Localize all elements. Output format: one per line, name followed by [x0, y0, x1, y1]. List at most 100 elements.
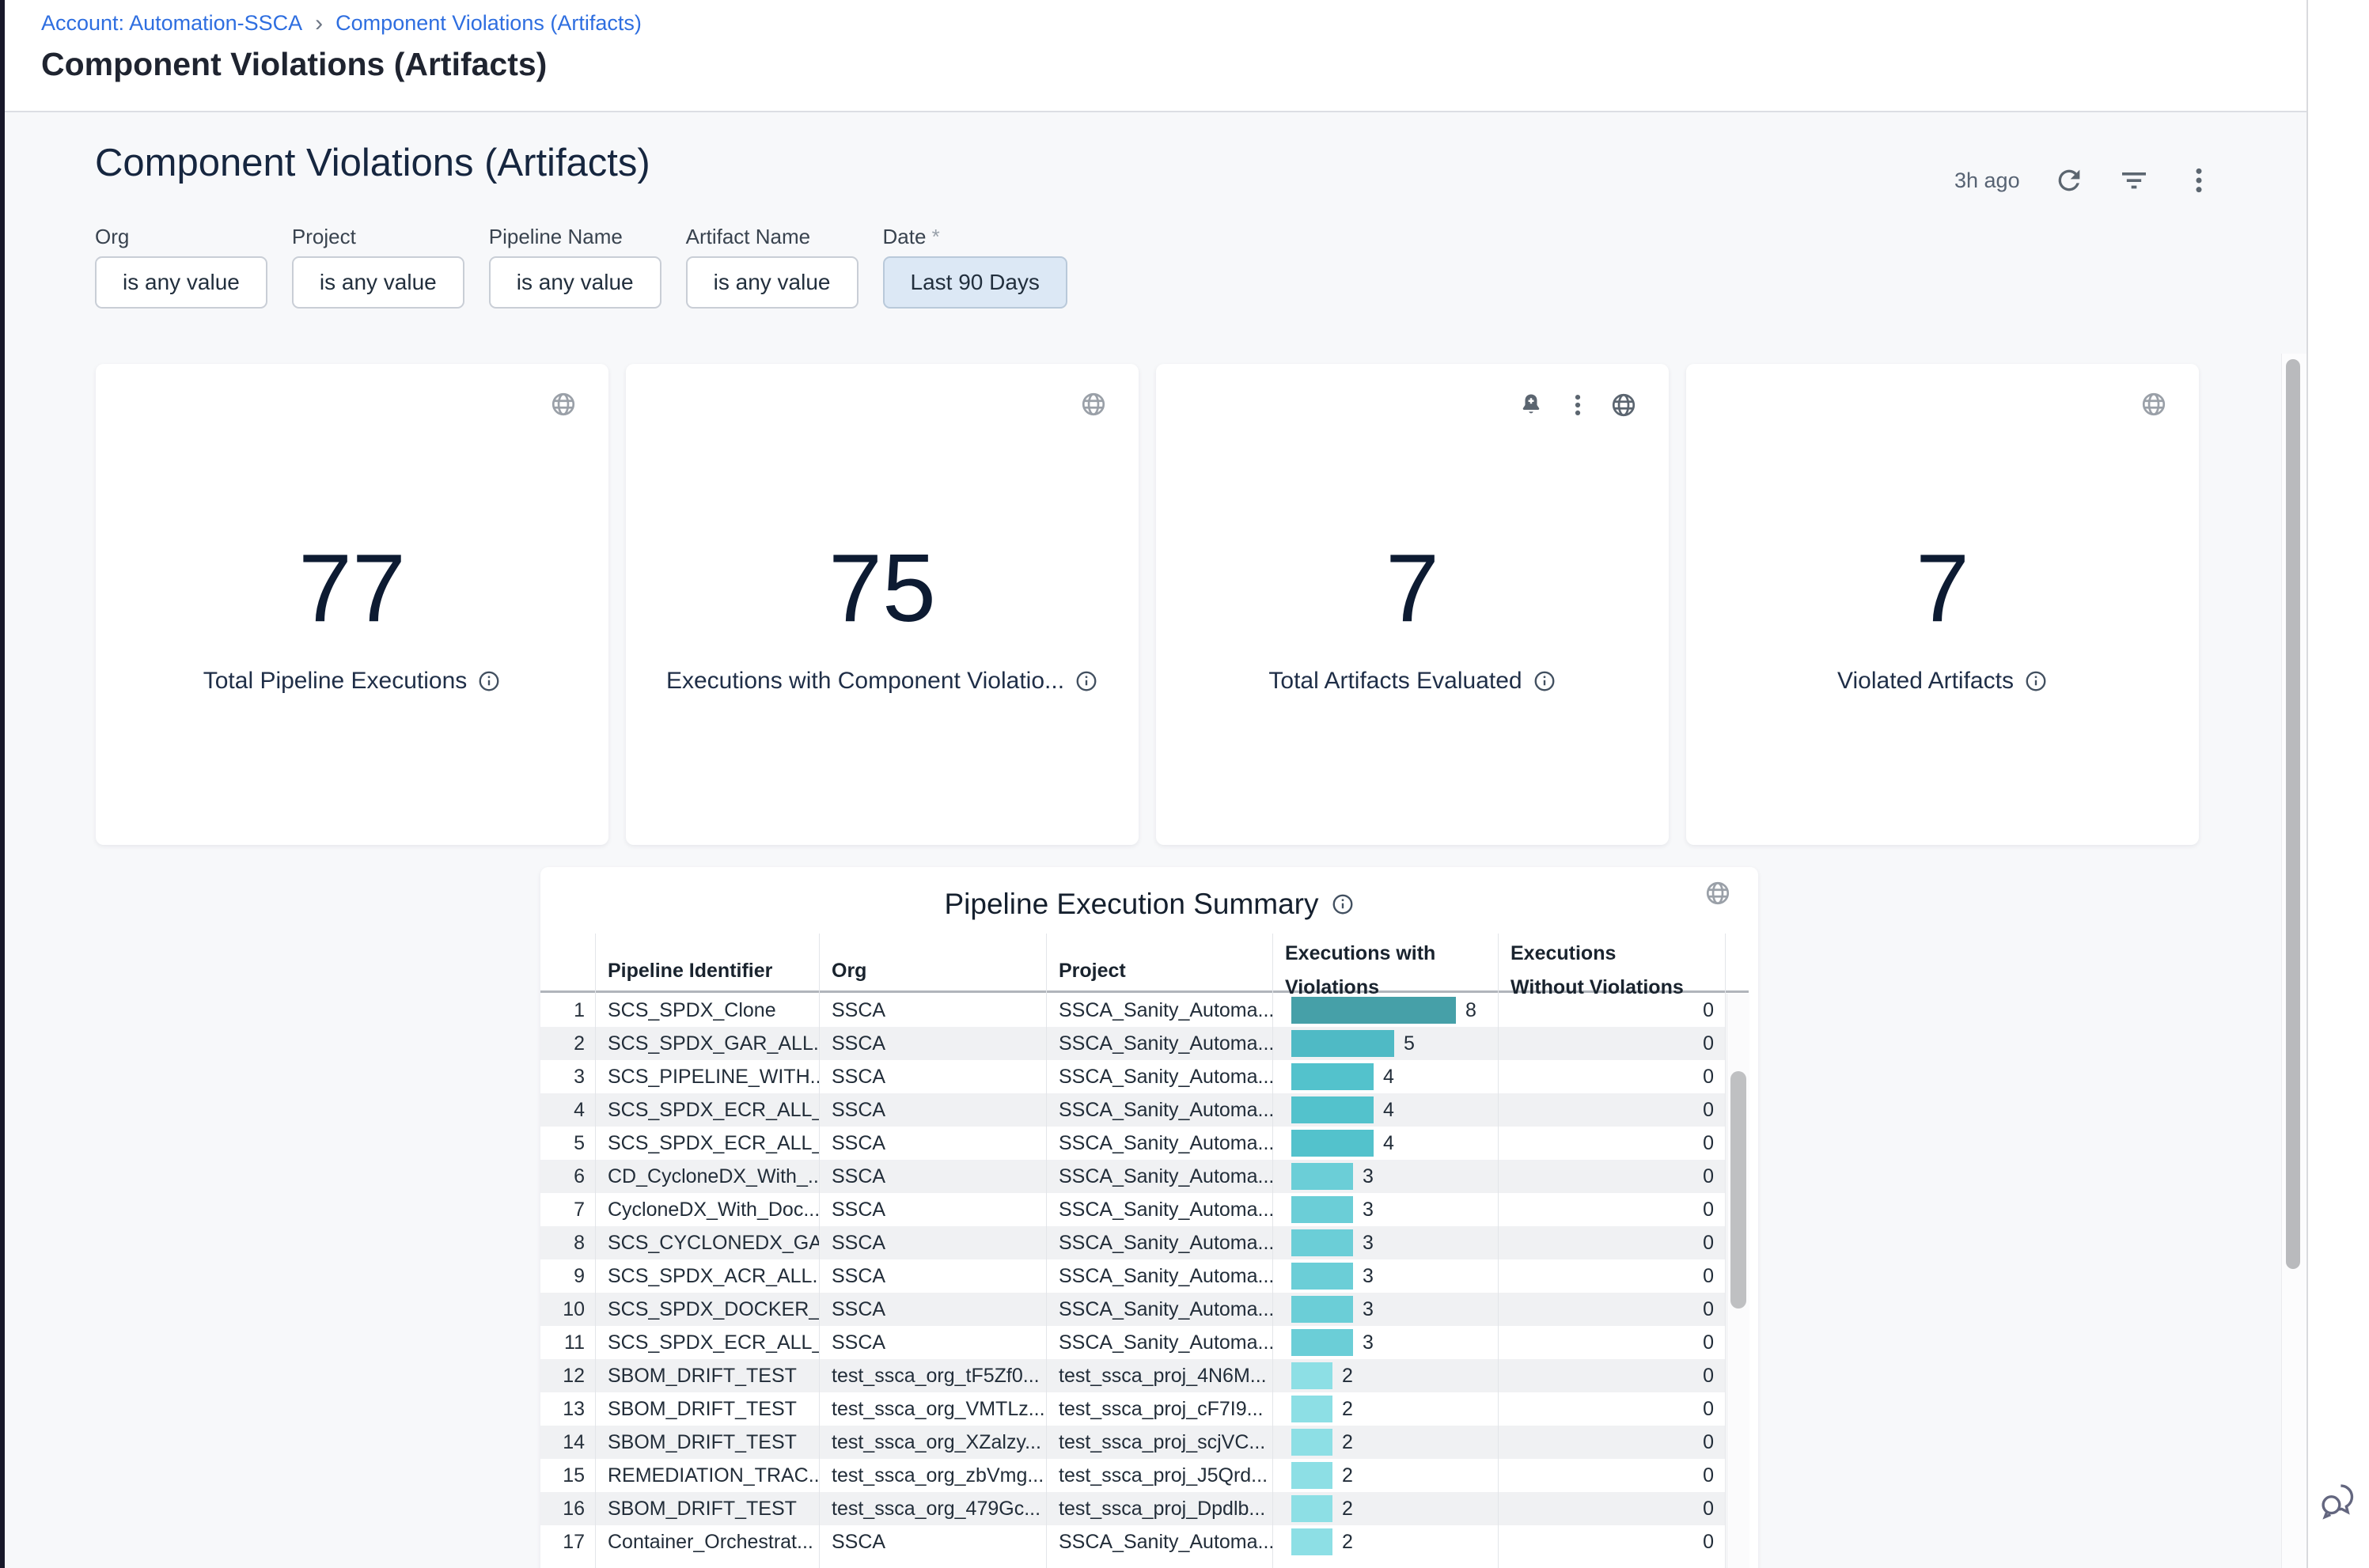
table-row[interactable]: 14 SBOM_DRIFT_TEST test_ssca_org_XZalzy.… — [540, 1426, 1725, 1459]
globe-icon[interactable] — [550, 391, 577, 418]
globe-icon[interactable] — [1610, 392, 1637, 419]
filter-icon[interactable] — [2118, 165, 2150, 196]
column-divider — [1046, 934, 1047, 1568]
cell-project: test_ssca_proj_J5Qrd... — [1046, 1464, 1272, 1487]
table-row[interactable]: 11 SCS_SPDX_ECR_ALL_... SSCA SSCA_Sanity… — [540, 1326, 1725, 1359]
globe-icon[interactable] — [2140, 391, 2167, 418]
cell-org: test_ssca_org_479Gc... — [819, 1498, 1046, 1521]
breadcrumb-current-link[interactable]: Component Violations (Artifacts) — [335, 11, 642, 36]
chat-help-icon[interactable] — [2317, 1478, 2360, 1521]
table-row[interactable]: 8 SCS_CYCLONEDX_GA... SSCA SSCA_Sanity_A… — [540, 1226, 1725, 1259]
filter-value-button[interactable]: is any value — [95, 256, 267, 309]
globe-icon[interactable] — [1704, 880, 1731, 907]
cell-project: test_ssca_proj_cF7I9... — [1046, 1398, 1272, 1421]
filter-label: Date — [883, 225, 927, 248]
violations-bar — [1291, 1096, 1374, 1123]
dashboard-filter: Date * Last 90 Days — [883, 225, 1067, 309]
row-index: 9 — [540, 1265, 595, 1288]
table-row[interactable]: 4 SCS_SPDX_ECR_ALL_... SSCA SSCA_Sanity_… — [540, 1093, 1725, 1127]
table-row[interactable]: 6 CD_CycloneDX_With_... SSCA SSCA_Sanity… — [540, 1160, 1725, 1193]
violations-bar — [1291, 1163, 1353, 1190]
cell-executions-without-violations: 0 — [1498, 1398, 1725, 1421]
column-divider — [1725, 934, 1726, 1568]
filter-value-button[interactable]: is any value — [292, 256, 464, 309]
cell-executions-without-violations: 0 — [1498, 1265, 1725, 1288]
row-index: 3 — [540, 1066, 595, 1089]
table-header: Pipeline Identifier Org Project Executio… — [540, 937, 1749, 993]
column-divider — [1498, 934, 1499, 1568]
tile-value: 7 — [1156, 540, 1669, 636]
pipeline-execution-summary-card: Pipeline Execution Summary Pipeline Iden… — [540, 867, 1758, 1568]
cell-project: SSCA_Sanity_Automa... — [1046, 1331, 1272, 1354]
cell-project: SSCA_Sanity_Automa... — [1046, 1099, 1272, 1122]
cell-executions-without-violations: 0 — [1498, 1066, 1725, 1089]
tile-value: 7 — [1686, 540, 2199, 636]
cell-project: SSCA_Sanity_Automa... — [1046, 1232, 1272, 1255]
filter-value-button[interactable]: is any value — [686, 256, 859, 309]
cell-executions-with-violations: 3 — [1272, 1163, 1498, 1190]
info-icon[interactable] — [477, 669, 501, 693]
cell-pipeline-identifier: SBOM_DRIFT_TEST — [595, 1398, 819, 1421]
filter-value-button[interactable]: Last 90 Days — [883, 256, 1067, 309]
info-icon[interactable] — [2024, 669, 2048, 693]
cell-pipeline-identifier: SCS_SPDX_ECR_ALL_... — [595, 1331, 819, 1354]
breadcrumb-account-link[interactable]: Account: Automation-SSCA — [41, 11, 302, 36]
cell-executions-with-violations: 2 — [1272, 1495, 1498, 1522]
table-row[interactable]: 9 SCS_SPDX_ACR_ALL... SSCA SSCA_Sanity_A… — [540, 1259, 1725, 1293]
cell-project: SSCA_Sanity_Automa... — [1046, 1066, 1272, 1089]
table-row[interactable]: 10 SCS_SPDX_DOCKER_... SSCA SSCA_Sanity_… — [540, 1293, 1725, 1326]
tile-more-options-icon[interactable] — [1564, 392, 1591, 419]
cell-org: SSCA — [819, 1032, 1046, 1055]
cell-executions-with-violations: 2 — [1272, 1429, 1498, 1456]
filter-value-button[interactable]: is any value — [489, 256, 661, 309]
globe-icon[interactable] — [1080, 391, 1107, 418]
cell-executions-without-violations: 0 — [1498, 1365, 1725, 1388]
dashboard-filter: Artifact Name * is any value — [686, 225, 859, 309]
table-row[interactable]: 16 SBOM_DRIFT_TEST test_ssca_org_479Gc..… — [540, 1492, 1725, 1525]
info-icon[interactable] — [1533, 669, 1556, 693]
violations-bar — [1291, 1462, 1332, 1489]
tile-value: 75 — [626, 540, 1139, 636]
cell-org: SSCA — [819, 1066, 1046, 1089]
row-index: 6 — [540, 1165, 595, 1188]
cell-executions-with-violations: 2 — [1272, 1362, 1498, 1389]
info-icon[interactable] — [1075, 669, 1098, 693]
table-row[interactable]: 12 SBOM_DRIFT_TEST test_ssca_org_tF5Zf0.… — [540, 1359, 1725, 1392]
cell-executions-without-violations: 0 — [1498, 1464, 1725, 1487]
cell-project: SSCA_Sanity_Automa... — [1046, 1531, 1272, 1554]
cell-executions-with-violations: 3 — [1272, 1196, 1498, 1223]
table-scrollbar-track[interactable] — [1727, 994, 1749, 1568]
cell-executions-without-violations: 0 — [1498, 1431, 1725, 1454]
cell-executions-with-violations: 5 — [1272, 1030, 1498, 1057]
alert-bell-add-icon[interactable] — [1517, 391, 1545, 419]
cell-executions-without-violations: 0 — [1498, 1132, 1725, 1155]
cell-pipeline-identifier: SCS_SPDX_DOCKER_... — [595, 1298, 819, 1321]
cell-org: SSCA — [819, 999, 1046, 1022]
violations-bar — [1291, 1063, 1374, 1090]
violations-bar — [1291, 1030, 1394, 1057]
table-row[interactable]: 7 CycloneDX_With_Doc... SSCA SSCA_Sanity… — [540, 1193, 1725, 1226]
table-row[interactable]: 3 SCS_PIPELINE_WITH... SSCA SSCA_Sanity_… — [540, 1060, 1725, 1093]
filter-label: Pipeline Name — [489, 225, 623, 248]
cell-project: SSCA_Sanity_Automa... — [1046, 1199, 1272, 1221]
table-row[interactable]: 2 SCS_SPDX_GAR_ALL... SSCA SSCA_Sanity_A… — [540, 1027, 1725, 1060]
more-options-icon[interactable] — [2183, 165, 2215, 196]
cell-executions-with-violations: 4 — [1272, 1130, 1498, 1157]
table-row[interactable]: 15 REMEDIATION_TRAC... test_ssca_org_zbV… — [540, 1459, 1725, 1492]
row-index: 17 — [540, 1531, 595, 1554]
filter-label: Project — [292, 225, 356, 248]
cell-project: SSCA_Sanity_Automa... — [1046, 999, 1272, 1022]
table-row[interactable]: 17 Container_Orchestrat... SSCA SSCA_San… — [540, 1525, 1725, 1559]
violations-bar — [1291, 1130, 1374, 1157]
info-icon[interactable] — [1331, 892, 1355, 916]
page-scrollbar-thumb[interactable] — [2286, 359, 2300, 1269]
filter-bar: Org * is any value Project * is any valu… — [95, 225, 1067, 309]
table-scrollbar-thumb[interactable] — [1730, 1071, 1746, 1309]
table-row[interactable]: 13 SBOM_DRIFT_TEST test_ssca_org_VMTLz..… — [540, 1392, 1725, 1426]
refresh-icon[interactable] — [2053, 165, 2085, 196]
cell-org: SSCA — [819, 1199, 1046, 1221]
page-title: Component Violations (Artifacts) — [41, 46, 547, 83]
table-row[interactable]: 1 SCS_SPDX_Clone SSCA SSCA_Sanity_Automa… — [540, 994, 1725, 1027]
table-row[interactable]: 5 SCS_SPDX_ECR_ALL_... SSCA SSCA_Sanity_… — [540, 1127, 1725, 1160]
cell-org: SSCA — [819, 1232, 1046, 1255]
